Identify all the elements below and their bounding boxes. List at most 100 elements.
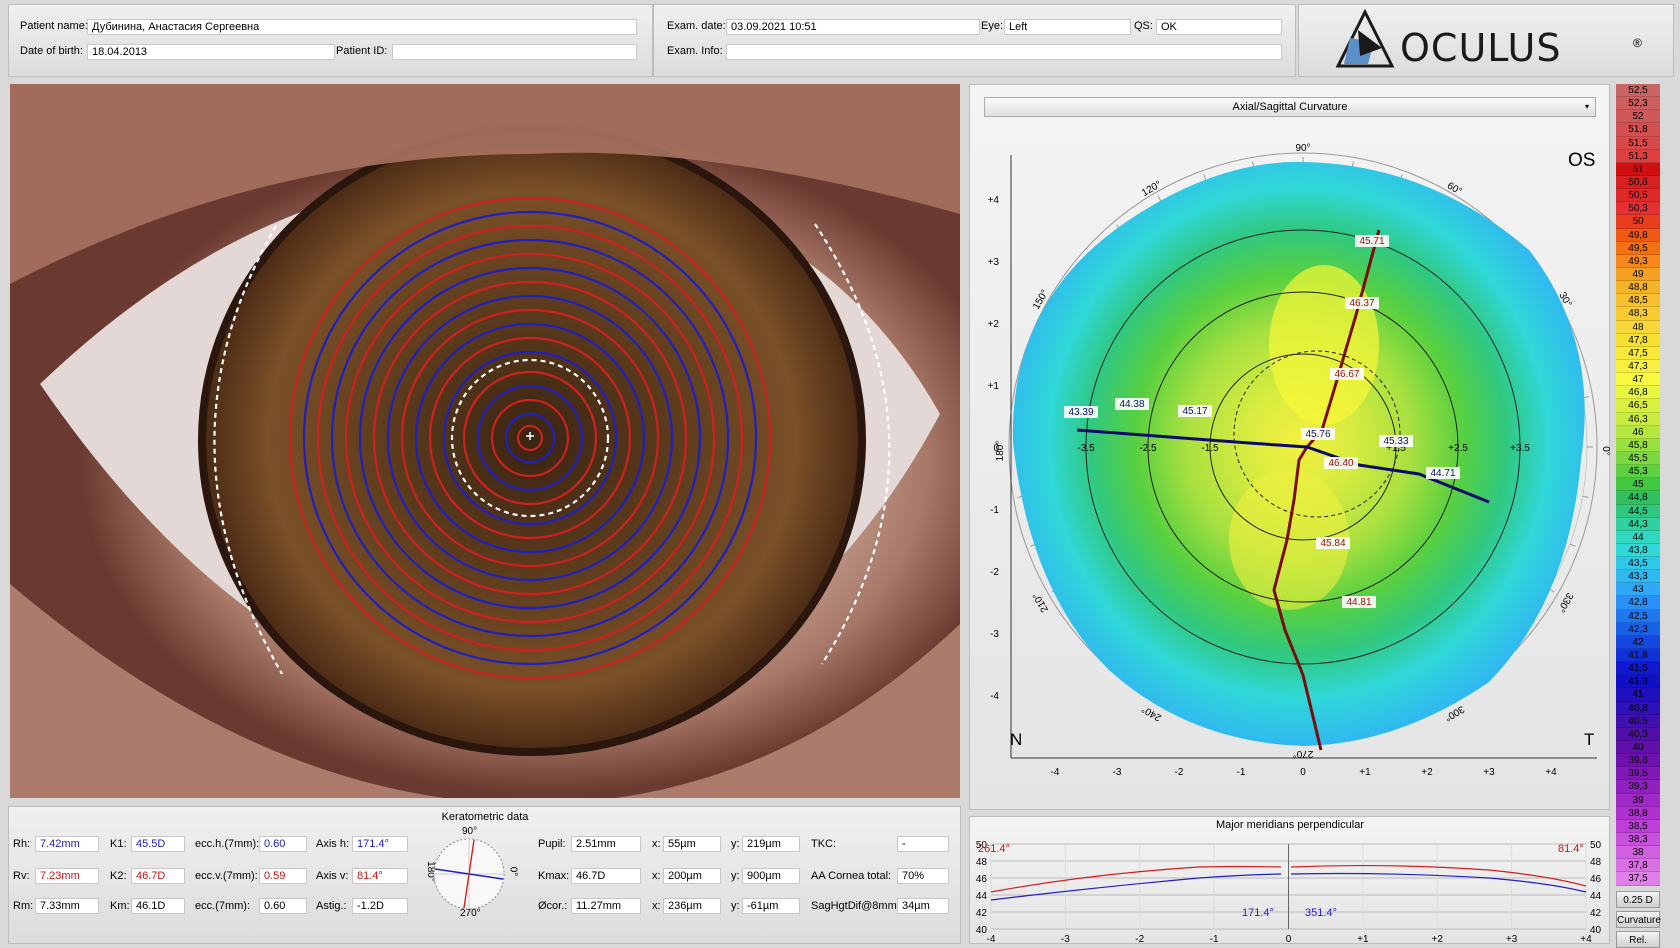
aa-value: 70%: [897, 868, 949, 884]
x2-label: x:: [652, 870, 661, 882]
ring-label: -1.5: [1201, 443, 1219, 454]
scale-step: 48: [1616, 320, 1660, 334]
patient-id-field[interactable]: [392, 44, 637, 60]
y-tick-label: -4: [990, 691, 999, 702]
scale-step: 40,3: [1616, 727, 1660, 742]
meridian-y-tick-right: 50: [1590, 840, 1602, 851]
eye-label: Eye:: [981, 20, 1004, 32]
exam-info-field[interactable]: [726, 44, 1282, 60]
steep-meridian-value: 45.71: [1359, 236, 1384, 247]
rh-label: Rh:: [13, 838, 31, 850]
axish-value: 171.4°: [352, 836, 408, 852]
km-value: 46.1D: [131, 898, 185, 914]
scale-step: 41: [1616, 688, 1660, 702]
scale-step: 45,8: [1616, 438, 1660, 452]
exam-date-field[interactable]: 03.09.2021 10:51: [726, 19, 980, 35]
scale-step: 52,5: [1616, 84, 1660, 98]
meridian-x-tick: +1: [1357, 934, 1369, 944]
x-tick-label: -1: [1237, 767, 1246, 778]
kmax-value: 46.7D: [571, 868, 641, 884]
scale-step: 38,8: [1616, 806, 1660, 820]
scale-step: 40: [1616, 741, 1660, 755]
patient-id-label: Patient ID:: [336, 45, 388, 57]
flat-meridian-value: 44.38: [1119, 399, 1144, 410]
scale-step: 42: [1616, 635, 1660, 650]
ring-label: +3.5: [1510, 443, 1530, 454]
flat-meridian-value: 45.33: [1383, 436, 1408, 447]
ecc-label: ecc.(7mm):: [195, 900, 250, 912]
angle-label: 60°: [1445, 180, 1464, 197]
meridian-x-tick: +3: [1506, 934, 1518, 944]
pupil-value: 2.51mm: [571, 836, 641, 852]
y3-value: -61µm: [742, 898, 800, 914]
kerato-title: Keratometric data: [441, 811, 529, 823]
axisv-value: 81.4°: [352, 868, 408, 884]
meridian-y-tick-right: 44: [1590, 891, 1602, 902]
y-tick-label: +2: [988, 319, 1000, 330]
scale-step: 42,5: [1616, 609, 1660, 623]
scale-mode-button[interactable]: Curvature: [1616, 911, 1661, 928]
rv-value: 7.23mm: [35, 868, 99, 884]
astig-label: Astig.:: [316, 900, 347, 912]
eye-image: [10, 84, 960, 798]
scale-step: 51,3: [1616, 149, 1660, 163]
protractor-tick: [1203, 174, 1207, 181]
ecch-label: ecc.h.(7mm):: [195, 838, 260, 850]
scale-step: 49: [1616, 267, 1660, 282]
scale-rel-button[interactable]: Rel.: [1616, 931, 1660, 948]
scale-step-button[interactable]: 0.25 D: [1616, 891, 1660, 908]
x2-value: 200µm: [663, 868, 721, 884]
scale-step: 51,8: [1616, 123, 1660, 137]
pupil-label: Pupil:: [538, 838, 566, 850]
logo-text: OCULUS: [1400, 26, 1562, 70]
ring-label: +2.5: [1448, 443, 1468, 454]
steep-meridian-value: 45.84: [1320, 538, 1345, 549]
astig-value: -1.2D: [352, 898, 408, 914]
ring-label: -3.5: [1077, 443, 1095, 454]
scale-step: 46: [1616, 425, 1660, 439]
patient-name-field[interactable]: Дубинина, Анастасия Сергеевна: [87, 19, 637, 35]
meridian-x-tick: 0: [1286, 934, 1292, 944]
x1-value: 55µm: [663, 836, 721, 852]
scale-step: 44,5: [1616, 504, 1660, 518]
protractor-tick: [1569, 543, 1576, 547]
meridian-y-tick-left: 44: [976, 891, 988, 902]
scale-step: 47,8: [1616, 333, 1660, 347]
scale-step: 43,3: [1616, 570, 1660, 584]
meridian-x-tick: +4: [1580, 934, 1592, 944]
tkc-value: -: [897, 836, 949, 852]
rh-value: 7.42mm: [35, 836, 99, 852]
y3-label: y:: [731, 900, 740, 912]
scale-step: 51: [1616, 162, 1660, 176]
angle-label: 270°: [1293, 748, 1314, 759]
scale-step: 39: [1616, 793, 1660, 807]
eye-field[interactable]: Left: [1004, 19, 1131, 35]
meridian-right-red-label: 81.4°: [1558, 843, 1584, 855]
meridian-x-tick: -3: [1061, 934, 1070, 944]
scale-step: 40,5: [1616, 714, 1660, 728]
map-type-dropdown[interactable]: Axial/Sagittal Curvature ▾: [984, 97, 1596, 117]
meridian-x-tick: -2: [1135, 934, 1144, 944]
y-tick-label: +3: [988, 257, 1000, 268]
k2-value: 46.7D: [131, 868, 185, 884]
patient-panel: [8, 4, 653, 77]
axis-dial: [433, 838, 505, 910]
scale-step: 38: [1616, 846, 1660, 860]
qs-field[interactable]: OK: [1156, 19, 1282, 35]
topography-map: 90°60°30°0°330°300°270°240°210°180°150°1…: [988, 143, 1610, 778]
map-type-dropdown-value: Axial/Sagittal Curvature: [1232, 101, 1348, 113]
oculus-logo-icon: [1335, 8, 1395, 68]
scale-step: 52: [1616, 110, 1660, 124]
y2-label: y:: [731, 870, 740, 882]
eccv-value: 0.59: [259, 868, 307, 884]
scale-step: 39,5: [1616, 767, 1660, 781]
x-tick-label: -3: [1113, 767, 1122, 778]
x-tick-label: +2: [1421, 767, 1433, 778]
flat-meridian-value: 43.39: [1068, 407, 1093, 418]
scale-step: 48,5: [1616, 294, 1660, 308]
dob-field[interactable]: 18.04.2013: [87, 44, 335, 60]
x3-value: 236µm: [663, 898, 721, 914]
steep-meridian-value: 46.37: [1349, 298, 1374, 309]
axish-label: Axis h:: [316, 838, 350, 850]
k1-label: K1:: [110, 838, 127, 850]
